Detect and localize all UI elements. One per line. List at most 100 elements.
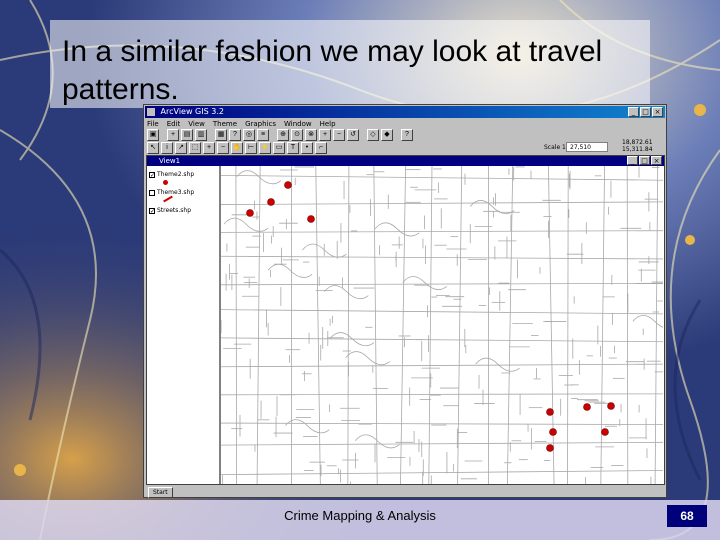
measure-tool-icon[interactable]: ⊢ [245, 142, 257, 154]
add-theme-icon[interactable]: + [167, 129, 179, 141]
incident-point[interactable] [307, 215, 315, 223]
incident-point[interactable] [549, 428, 557, 436]
layer-theme3[interactable]: Theme3.shp [147, 188, 219, 206]
layer-checkbox-checked[interactable]: ✓ [149, 208, 155, 215]
incident-point[interactable] [284, 181, 292, 189]
street-line [235, 166, 238, 484]
legend-editor-icon[interactable]: ▥ [195, 129, 207, 141]
app-icon [147, 108, 155, 116]
zoom-previous-icon[interactable]: ↺ [347, 129, 359, 141]
street-line [221, 441, 663, 446]
menu-view[interactable]: View [186, 119, 211, 129]
query-builder-icon[interactable]: ≡ [257, 129, 269, 141]
menu-help[interactable]: Help [318, 119, 342, 129]
table-of-contents: ✓ Theme2.shp Theme3.shp ✓ Streets.shp [147, 166, 221, 484]
street-line [256, 166, 261, 484]
menu-bar: File Edit View Theme Graphics Window Hel… [145, 119, 665, 129]
tool-bar: ↖ i ↗ ⬚ + − ✋ ⊢ ⚡ ▭ T • ⌐ [147, 142, 327, 155]
menu-graphics[interactable]: Graphics [243, 119, 282, 129]
scale-input[interactable]: 27,510 [566, 142, 608, 152]
maximize-button[interactable]: □ [640, 107, 651, 117]
pointer-tool-icon[interactable]: ↖ [147, 142, 159, 154]
street-line [221, 309, 663, 315]
minimize-button[interactable]: _ [628, 107, 639, 117]
slide-title: In a similar fashion we may look at trav… [62, 35, 603, 106]
incident-point[interactable] [546, 444, 554, 452]
select-features-icon[interactable]: ◇ [367, 129, 379, 141]
zoom-out-tool-icon[interactable]: − [217, 142, 229, 154]
red-line-symbol-icon [163, 195, 173, 203]
street-line [547, 166, 555, 484]
incident-point[interactable] [246, 209, 254, 217]
street-line [221, 470, 663, 476]
layer-checkbox-checked[interactable]: ✓ [149, 172, 155, 179]
zoom-selected-icon[interactable]: ⊗ [305, 129, 317, 141]
view-window: View1 _ □ × ✓ Theme2.shp Theme3.shp ✓ St… [146, 155, 665, 485]
curved-street [236, 170, 282, 185]
draw-tool-icon[interactable]: • [301, 142, 313, 154]
street-line [221, 201, 663, 205]
street-line [654, 166, 659, 484]
taskbar: Start [146, 487, 665, 498]
help-icon[interactable]: ? [401, 129, 413, 141]
identify-tool-icon[interactable]: i [161, 142, 173, 154]
incident-point[interactable] [267, 198, 275, 206]
coord-y: 15,311.84 [622, 146, 653, 153]
window-controls: _ □ × [628, 107, 663, 117]
view-minimize-button[interactable]: _ [627, 156, 638, 165]
street-line [567, 166, 569, 484]
menu-theme[interactable]: Theme [211, 119, 243, 129]
button-bar: ▣ + ▤ ▥ ▦ ? ◎ ≡ ⊕ ⊙ ⊗ + − ↺ ◇ ◆ ? [147, 129, 413, 142]
incident-point[interactable] [546, 408, 554, 416]
curved-street [345, 351, 391, 366]
view-titlebar: View1 _ □ × [147, 156, 664, 166]
locate-icon[interactable]: ◎ [243, 129, 255, 141]
page-number: 68 [667, 505, 707, 527]
zoom-in-tool-icon[interactable]: + [203, 142, 215, 154]
curved-street [374, 222, 420, 237]
save-project-icon[interactable]: ▣ [147, 129, 159, 141]
incident-point[interactable] [601, 428, 609, 436]
map-canvas[interactable] [221, 166, 663, 484]
layer-checkbox-unchecked[interactable] [149, 190, 155, 196]
arcview-window: ArcView GIS 3.2 _ □ × File Edit View The… [143, 104, 667, 498]
area-of-interest-icon[interactable]: ▭ [273, 142, 285, 154]
coordinate-readout: 18,872.61 15,311.84 [622, 139, 653, 153]
select-feature-tool-icon[interactable]: ⬚ [189, 142, 201, 154]
curved-street [402, 276, 447, 291]
menu-window[interactable]: Window [282, 119, 318, 129]
view-maximize-button[interactable]: □ [639, 156, 650, 165]
close-button[interactable]: × [652, 107, 663, 117]
pan-tool-icon[interactable]: ✋ [231, 142, 243, 154]
layer-theme2[interactable]: ✓ Theme2.shp [147, 170, 219, 188]
start-button[interactable]: Start [148, 487, 173, 498]
street-line [400, 166, 406, 484]
street-line [221, 230, 663, 233]
open-table-icon[interactable]: ▦ [215, 129, 227, 141]
street-line [221, 255, 663, 260]
snap-tool-icon[interactable]: ⌐ [315, 142, 327, 154]
hotlink-tool-icon[interactable]: ⚡ [259, 142, 271, 154]
curved-street [285, 419, 330, 434]
view-close-button[interactable]: × [651, 156, 662, 165]
zoom-active-icon[interactable]: ⊙ [291, 129, 303, 141]
street-line [457, 166, 463, 484]
curved-street [223, 217, 269, 232]
zoom-in-button-icon[interactable]: + [319, 129, 331, 141]
street-line [600, 166, 605, 484]
menu-edit[interactable]: Edit [165, 119, 187, 129]
vertex-edit-icon[interactable]: ↗ [175, 142, 187, 154]
layer-streets[interactable]: ✓ Streets.shp [147, 206, 219, 220]
theme-properties-icon[interactable]: ▤ [181, 129, 193, 141]
curved-street [632, 315, 663, 328]
app-titlebar: ArcView GIS 3.2 _ □ × [145, 106, 665, 118]
zoom-out-button-icon[interactable]: − [333, 129, 345, 141]
clear-selection-icon[interactable]: ◆ [381, 129, 393, 141]
red-dot-symbol-icon [163, 180, 168, 185]
text-tool-icon[interactable]: T [287, 142, 299, 154]
menu-file[interactable]: File [145, 119, 165, 129]
find-icon[interactable]: ? [229, 129, 241, 141]
incident-point[interactable] [583, 403, 591, 411]
incident-point[interactable] [607, 402, 615, 410]
zoom-full-icon[interactable]: ⊕ [277, 129, 289, 141]
